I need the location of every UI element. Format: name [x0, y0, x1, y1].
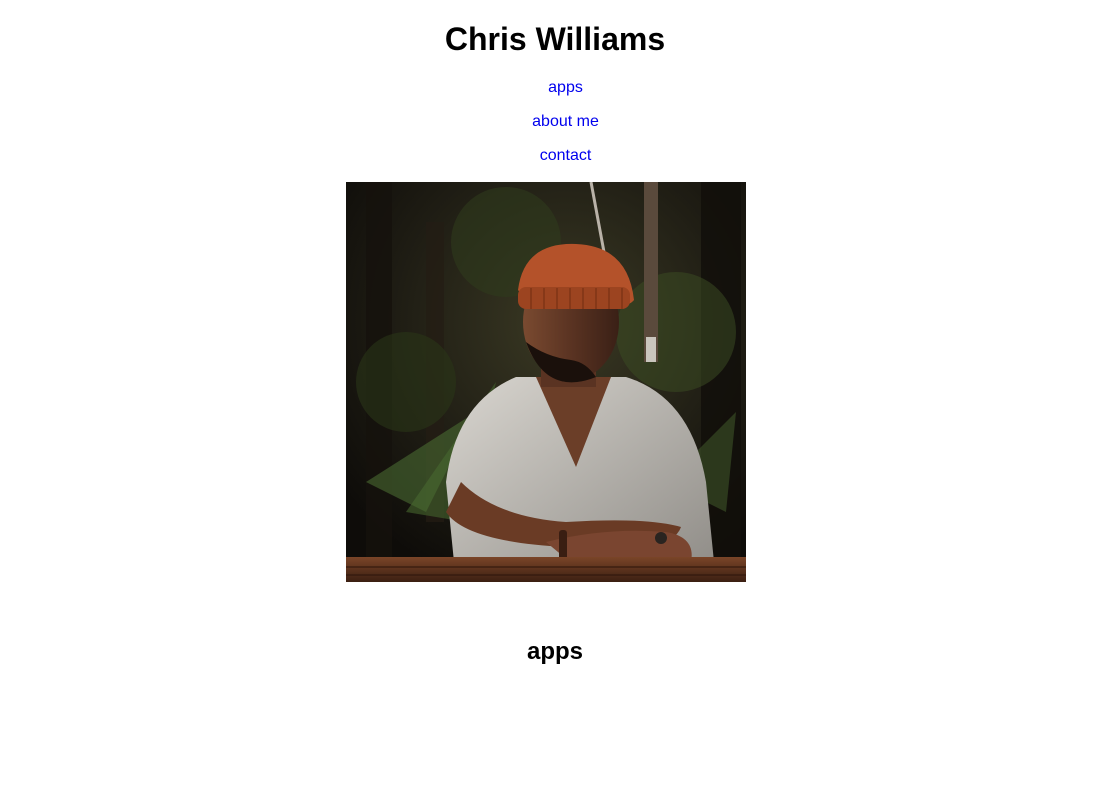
- page: Chris Williams apps about me contact app…: [0, 0, 1094, 808]
- umbrella-pole-clamp: [646, 337, 656, 362]
- ring: [655, 532, 667, 544]
- foliage: [616, 272, 736, 392]
- wooden-table: [346, 557, 746, 582]
- main-nav: apps about me contact: [0, 78, 1094, 180]
- apps-section-heading: apps: [526, 638, 583, 665]
- nav-link-label: contact: [539, 147, 592, 164]
- nav-link-about-me[interactable]: about me: [0, 112, 1094, 132]
- nav-link-label: about me: [532, 113, 599, 130]
- umbrella-pole: [644, 182, 658, 362]
- portrait-photo: [346, 182, 746, 582]
- nav-link-label: apps: [548, 79, 583, 96]
- portrait-illustration: [346, 182, 746, 582]
- beanie-cuff: [518, 287, 630, 309]
- nav-link-contact[interactable]: contact: [0, 146, 1094, 166]
- foliage: [356, 332, 456, 432]
- site-title: Chris Williams: [444, 21, 666, 57]
- nav-link-apps[interactable]: apps: [0, 78, 1094, 98]
